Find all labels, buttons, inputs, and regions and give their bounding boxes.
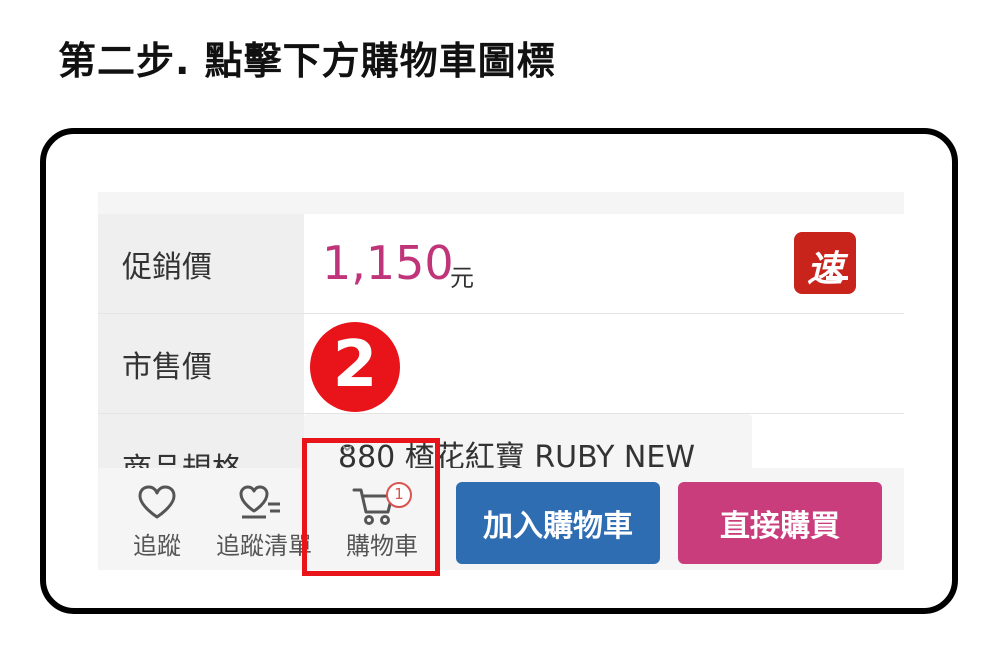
add-to-cart-button[interactable]: 加入購物車 (456, 482, 660, 564)
bottom-action-bar: 追蹤 追蹤清單 1 購物車 加入購物車 直接購買 (98, 468, 904, 570)
step-title: 第二步. 點擊下方購物車圖標 (58, 39, 556, 83)
market-price-label-cell: 市售價 (98, 314, 304, 414)
promo-price-label-cell: 促銷價 (98, 214, 304, 314)
heart-list-icon (239, 485, 280, 519)
step-number: 2 (332, 328, 378, 402)
promo-price-row: 促銷價 1,150 元 速 (98, 214, 904, 314)
spec-row: 商品規格 880 楂花紅寶 RUBY NEW ⌄ (98, 414, 904, 487)
market-price-row: 市售價 1450 (98, 314, 904, 414)
speed-delivery-icon: 速 (794, 232, 856, 294)
promo-price-value: 1,150 (322, 236, 454, 290)
product-screen: 促銷價 1,150 元 速 市售價 1450 (98, 192, 904, 608)
promo-price-value-cell: 1,150 元 速 (304, 214, 904, 314)
buy-now-button[interactable]: 直接購買 (678, 482, 882, 564)
tutorial-page: 第二步. 點擊下方購物車圖標 促銷價 1,150 元 速 市售價 880 楂花紅… (0, 0, 1000, 659)
step-number-badge: 2 (310, 322, 400, 412)
track-label: 追蹤 (133, 532, 181, 560)
cart-highlight-box (302, 438, 440, 576)
top-strip (98, 192, 904, 214)
phone-frame: 促銷價 1,150 元 速 市售價 1450 (40, 128, 958, 614)
track-list-label: 追蹤清單 (216, 532, 312, 560)
speed-badge-text: 速 (806, 249, 843, 290)
track-button[interactable]: 追蹤 (122, 468, 192, 570)
speed-badge-stripe (826, 276, 848, 280)
track-list-button[interactable]: 追蹤清單 (216, 468, 312, 570)
promo-price-label: 促銷價 (122, 249, 212, 285)
market-price-label: 市售價 (122, 349, 212, 385)
spec-label-cell: 商品規格 (98, 414, 304, 487)
promo-price-unit: 元 (450, 264, 474, 292)
heart-icon (138, 485, 176, 519)
